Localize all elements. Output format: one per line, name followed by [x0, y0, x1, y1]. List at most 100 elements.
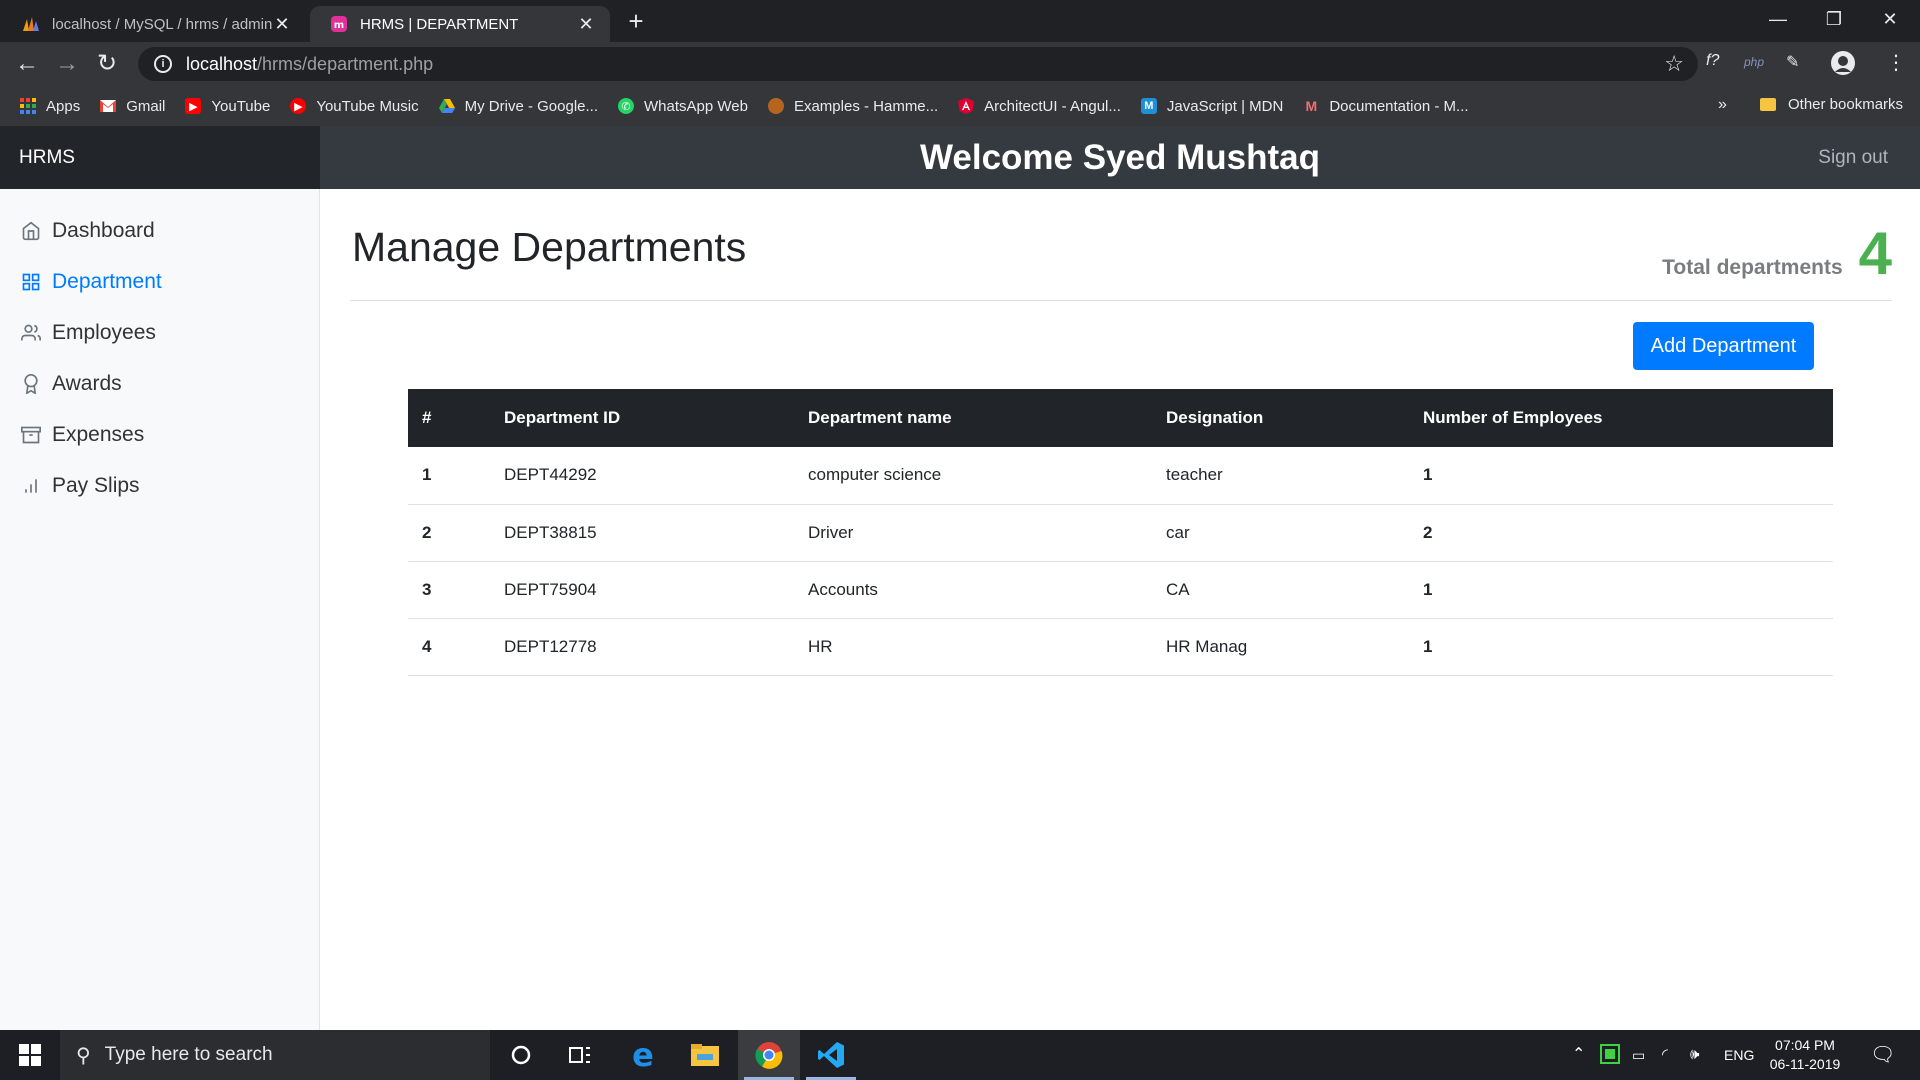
wifi-icon[interactable]: ◜ [1662, 1030, 1668, 1080]
bookmark-architectui[interactable]: ArchitectUI - Angul... [958, 98, 1121, 115]
bookmark-gmail[interactable]: Gmail [100, 98, 165, 115]
pen-extension-icon[interactable]: ✎ [1786, 52, 1799, 72]
other-bookmarks-label: Other bookmarks [1788, 96, 1904, 113]
vscode-icon[interactable] [800, 1030, 862, 1080]
file-explorer-icon[interactable] [674, 1030, 736, 1080]
action-center-notification-icon[interactable]: 🗨 [1870, 1030, 1895, 1080]
other-bookmarks[interactable]: Other bookmarks [1760, 96, 1903, 113]
clock-time: 07:04 PM [1775, 1037, 1835, 1053]
apps-grid-icon [20, 98, 36, 114]
sidebar-item-expenses[interactable]: Expenses [0, 409, 319, 460]
sign-out-link[interactable]: Sign out [1818, 126, 1888, 189]
whatsapp-icon: ✆ [618, 98, 634, 114]
bookmark-hammer[interactable]: Examples - Hamme... [767, 98, 938, 115]
bookmark-label: YouTube Music [316, 97, 419, 115]
sidebar-item-dashboard[interactable]: Dashboard [0, 205, 319, 256]
restore-window-icon[interactable]: ❐ [1806, 0, 1862, 38]
reload-icon[interactable]: ↻ [93, 50, 121, 78]
bookmark-whatsapp[interactable]: ✆ WhatsApp Web [618, 98, 748, 115]
employee-count-cell: 1 [1423, 579, 1433, 599]
youtube-icon: ▶ [185, 98, 202, 114]
browser-menu-icon[interactable]: ⋮ [1886, 50, 1906, 75]
users-icon [20, 322, 42, 344]
department-id-cell: DEPT44292 [504, 465, 597, 485]
sidebar-item-department[interactable]: Department [0, 256, 319, 307]
departments-table: # Department ID Department name Designat… [408, 389, 1833, 676]
add-department-button[interactable]: Add Department [1633, 322, 1814, 370]
battery-icon[interactable]: ▭ [1632, 1030, 1645, 1080]
department-name-cell: computer science [808, 465, 942, 485]
profile-avatar-icon[interactable] [1830, 50, 1856, 81]
welcome-heading: Welcome Syed Mushtaq [919, 138, 1320, 177]
browser-tab-phpmyadmin[interactable]: localhost / MySQL / hrms / admin ✕ [2, 6, 306, 42]
designation-cell: teacher [1166, 465, 1223, 485]
bookmark-label: ArchitectUI - Angul... [984, 97, 1121, 115]
php-extension-icon[interactable]: php [1744, 55, 1764, 69]
tray-chevron-up-icon[interactable]: ⌃ [1572, 1030, 1585, 1080]
department-name-cell: HR [808, 636, 833, 656]
row-index: 4 [422, 636, 432, 656]
sidebar-item-label: Department [52, 269, 162, 293]
gmail-icon [100, 98, 117, 114]
new-tab-button[interactable]: + [622, 8, 650, 36]
sidebar: Dashboard Department Employees Awards Ex… [0, 189, 320, 1030]
bookmark-star-icon[interactable]: ☆ [1664, 51, 1684, 77]
bookmark-youtube-music[interactable]: ▶ YouTube Music [290, 97, 419, 115]
search-icon: ⚲ [76, 1044, 91, 1067]
bookmark-label: YouTube [211, 97, 271, 115]
taskbar-search-box[interactable]: ⚲ Type here to search [60, 1030, 490, 1080]
cortana-icon[interactable] [490, 1030, 552, 1080]
total-departments-count: 4 [1858, 220, 1892, 287]
tray-app-icon[interactable] [1600, 1044, 1620, 1066]
sidebar-item-pay-slips[interactable]: Pay Slips [0, 460, 319, 511]
bookmark-apps[interactable]: Apps [20, 98, 80, 115]
bookmarks-bar: Apps Gmail ▶ YouTube ▶ YouTube Music My … [0, 86, 1920, 126]
more-bookmarks-chevron-icon[interactable]: » [1718, 96, 1727, 114]
browser-tab-strip: localhost / MySQL / hrms / admin ✕ m HRM… [0, 0, 1920, 42]
browser-tab-hrms[interactable]: m HRMS | DEPARTMENT ✕ [310, 6, 610, 42]
bookmark-documentation[interactable]: M Documentation - M... [1303, 98, 1468, 115]
app-navbar: HRMS Welcome Syed Mushtaq Sign out [0, 126, 1920, 189]
bookmark-mdn[interactable]: M JavaScript | MDN [1140, 97, 1284, 115]
volume-icon[interactable]: 🕪 [1690, 1030, 1699, 1080]
input-language-indicator[interactable]: ENG [1724, 1030, 1754, 1080]
task-view-icon[interactable] [550, 1030, 612, 1080]
close-tab-icon[interactable]: ✕ [272, 14, 292, 34]
site-info-icon[interactable]: i [154, 55, 172, 73]
total-departments-label: Total departments [1662, 256, 1843, 279]
back-arrow-icon[interactable]: ← [13, 50, 41, 78]
materialize-icon: M [1305, 98, 1318, 114]
address-bar[interactable]: i localhost/hrms/department.php ☆ [138, 47, 1698, 81]
hrms-favicon-icon: m [330, 15, 348, 33]
clock-date: 06-11-2019 [1769, 1056, 1841, 1072]
bookmark-label: JavaScript | MDN [1166, 97, 1284, 115]
brand-logo-text[interactable]: HRMS [0, 126, 320, 189]
bookmark-label: Documentation - M... [1329, 97, 1469, 115]
sidebar-item-label: Awards [52, 371, 122, 395]
tab-title: localhost / MySQL / hrms / admin [52, 15, 272, 33]
sidebar-item-employees[interactable]: Employees [0, 307, 319, 358]
svg-text:m: m [334, 20, 344, 31]
close-window-icon[interactable]: ✕ [1862, 0, 1918, 38]
formula-extension-icon[interactable]: f? [1706, 52, 1719, 70]
forward-arrow-icon[interactable]: → [53, 50, 81, 78]
sidebar-item-awards[interactable]: Awards [0, 358, 319, 409]
close-tab-icon[interactable]: ✕ [576, 14, 596, 34]
chrome-icon[interactable] [738, 1030, 800, 1080]
bookmark-google-drive[interactable]: My Drive - Google... [438, 98, 598, 115]
column-header-number-of-employees: Number of Employees [1423, 408, 1603, 427]
youtube-music-icon: ▶ [290, 98, 307, 114]
system-clock[interactable]: 07:04 PM 06-11-2019 [1760, 1036, 1850, 1074]
bookmark-label: Gmail [126, 97, 166, 115]
windows-taskbar: ⚲ Type here to search e ⌃ ▭ ◜ 🕪 ENG 07:0… [0, 1030, 1920, 1080]
tab-title: HRMS | DEPARTMENT [360, 15, 519, 33]
minimize-window-icon[interactable]: — [1750, 0, 1806, 38]
edge-browser-icon[interactable]: e [612, 1030, 674, 1080]
table-row: 3 DEPT75904 Accounts CA 1 [408, 561, 1833, 618]
employee-count-cell: 1 [1423, 465, 1433, 485]
department-id-cell: DEPT75904 [504, 579, 597, 599]
phpmyadmin-icon [22, 15, 40, 33]
bookmark-youtube[interactable]: ▶ YouTube [185, 98, 270, 115]
row-index: 3 [422, 579, 432, 599]
windows-start-icon[interactable] [0, 1030, 60, 1080]
